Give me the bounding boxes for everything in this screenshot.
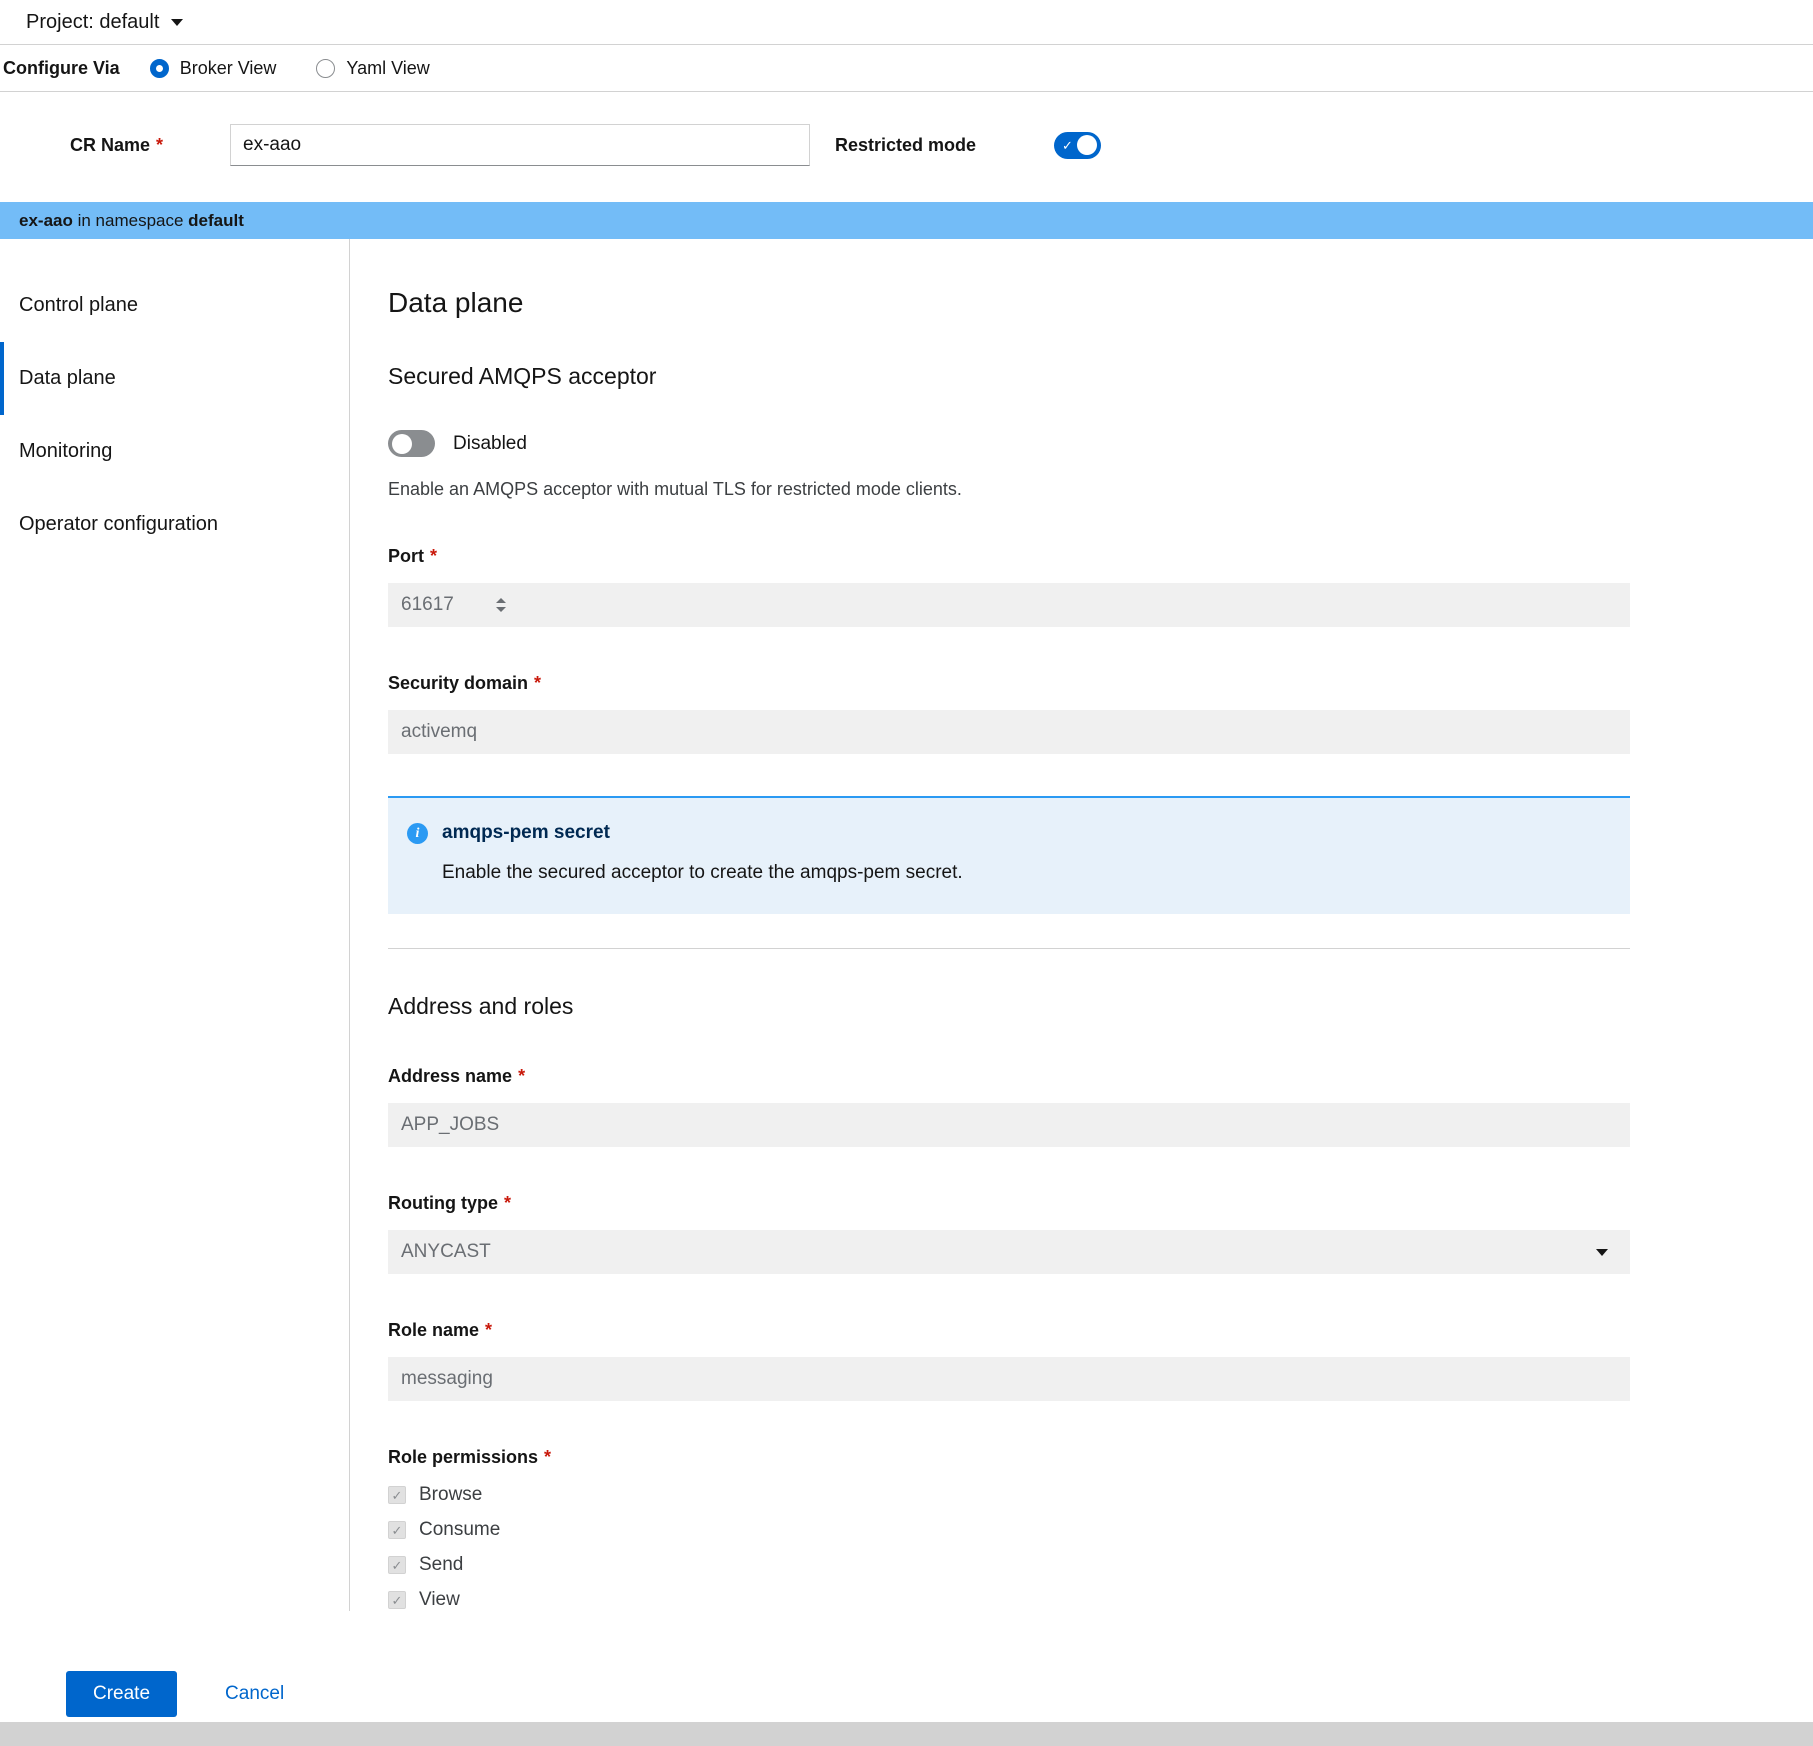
required-indicator: * bbox=[518, 1066, 525, 1086]
checkbox-checked-icon: ✓ bbox=[388, 1521, 406, 1539]
cr-name-row: CR Name* Restricted mode ✓ bbox=[0, 122, 1813, 168]
port-label: Port* bbox=[388, 546, 1650, 567]
role-name-label: Role name* bbox=[388, 1320, 1650, 1341]
required-indicator: * bbox=[156, 135, 163, 155]
sidebar-item-operator-configuration[interactable]: Operator configuration bbox=[0, 488, 349, 561]
check-icon: ✓ bbox=[1062, 136, 1073, 155]
role-name-value: messaging bbox=[401, 1368, 493, 1390]
address-name-value: APP_JOBS bbox=[401, 1114, 499, 1136]
role-permissions-label: Role permissions* bbox=[388, 1447, 1650, 1468]
required-indicator: * bbox=[534, 673, 541, 693]
cancel-button[interactable]: Cancel bbox=[225, 1683, 284, 1705]
project-selector-label: Project: default bbox=[26, 11, 159, 34]
content-area: Control plane Data plane Monitoring Oper… bbox=[0, 239, 1813, 1611]
banner-namespace: default bbox=[188, 211, 244, 230]
bottom-strip bbox=[0, 1722, 1813, 1746]
acceptor-section-title: Secured AMQPS acceptor bbox=[388, 363, 1650, 390]
address-section-title: Address and roles bbox=[388, 993, 1650, 1020]
create-button[interactable]: Create bbox=[66, 1671, 177, 1717]
namespace-banner: ex-aao in namespace default bbox=[0, 202, 1813, 239]
checkbox-send-label: Send bbox=[419, 1554, 463, 1576]
checkbox-send: ✓ Send bbox=[388, 1554, 1650, 1576]
checkbox-browse-label: Browse bbox=[419, 1484, 482, 1506]
address-name-field: Address name* APP_JOBS bbox=[388, 1066, 1650, 1147]
main-panel: Data plane Secured AMQPS acceptor Disabl… bbox=[350, 239, 1650, 1611]
sidebar-item-control-plane[interactable]: Control plane bbox=[0, 269, 349, 342]
restricted-mode-label: Restricted mode bbox=[835, 135, 976, 156]
acceptor-toggle-label: Disabled bbox=[453, 433, 527, 455]
checkbox-consume: ✓ Consume bbox=[388, 1519, 1650, 1541]
info-alert-title: amqps-pem secret bbox=[442, 822, 963, 844]
checkbox-view: ✓ View bbox=[388, 1589, 1650, 1611]
required-indicator: * bbox=[430, 546, 437, 566]
info-icon: i bbox=[407, 823, 428, 844]
role-name-input: messaging bbox=[388, 1357, 1630, 1401]
port-value: 61617 bbox=[401, 594, 454, 616]
radio-selected-icon bbox=[150, 59, 169, 78]
address-name-input: APP_JOBS bbox=[388, 1103, 1630, 1147]
info-alert-description: Enable the secured acceptor to create th… bbox=[442, 862, 963, 884]
number-stepper-icon bbox=[496, 598, 506, 612]
checkbox-browse: ✓ Browse bbox=[388, 1484, 1650, 1506]
port-field: Port* 61617 bbox=[388, 546, 1650, 627]
cr-name-label: CR Name* bbox=[0, 135, 230, 156]
configure-via-label: Configure Via bbox=[3, 58, 120, 79]
toggle-knob bbox=[392, 434, 412, 454]
routing-type-label: Routing type* bbox=[388, 1193, 1650, 1214]
security-domain-value: activemq bbox=[401, 721, 477, 743]
info-alert: i amqps-pem secret Enable the secured ac… bbox=[388, 796, 1630, 914]
project-selector[interactable]: Project: default bbox=[0, 0, 1813, 45]
checkbox-checked-icon: ✓ bbox=[388, 1591, 406, 1609]
caret-down-icon bbox=[171, 19, 183, 26]
sidebar-item-monitoring[interactable]: Monitoring bbox=[0, 415, 349, 488]
configure-via-bar: Configure Via Broker View Yaml View bbox=[0, 45, 1813, 92]
role-name-field: Role name* messaging bbox=[388, 1320, 1650, 1401]
sidebar-nav: Control plane Data plane Monitoring Oper… bbox=[0, 239, 350, 1611]
banner-cr-name: ex-aao bbox=[19, 211, 73, 230]
port-input: 61617 bbox=[388, 583, 1630, 627]
routing-type-field: Routing type* ANYCAST bbox=[388, 1193, 1650, 1274]
acceptor-toggle-row: Disabled bbox=[388, 430, 1650, 457]
divider bbox=[388, 948, 1630, 949]
security-domain-input: activemq bbox=[388, 710, 1630, 754]
checkbox-checked-icon: ✓ bbox=[388, 1556, 406, 1574]
caret-down-icon bbox=[1596, 1249, 1608, 1256]
info-alert-body: amqps-pem secret Enable the secured acce… bbox=[442, 822, 963, 884]
checkbox-consume-label: Consume bbox=[419, 1519, 500, 1541]
radio-yaml-view[interactable]: Yaml View bbox=[316, 58, 429, 79]
radio-unselected-icon bbox=[316, 59, 335, 78]
routing-type-select: ANYCAST bbox=[388, 1230, 1630, 1274]
restricted-mode-toggle[interactable]: ✓ bbox=[1054, 132, 1101, 159]
routing-type-value: ANYCAST bbox=[401, 1241, 491, 1263]
radio-broker-view-label: Broker View bbox=[180, 58, 277, 79]
security-domain-field: Security domain* activemq bbox=[388, 673, 1650, 754]
address-name-label: Address name* bbox=[388, 1066, 1650, 1087]
footer-actions: Create Cancel bbox=[0, 1671, 1813, 1717]
role-permissions-list: ✓ Browse ✓ Consume ✓ Send ✓ View bbox=[388, 1484, 1650, 1611]
acceptor-toggle[interactable] bbox=[388, 430, 435, 457]
checkbox-checked-icon: ✓ bbox=[388, 1486, 406, 1504]
page-title: Data plane bbox=[388, 287, 1650, 319]
sidebar-item-data-plane[interactable]: Data plane bbox=[0, 342, 349, 415]
acceptor-help-text: Enable an AMQPS acceptor with mutual TLS… bbox=[388, 479, 1650, 500]
toggle-knob bbox=[1077, 135, 1097, 155]
radio-yaml-view-label: Yaml View bbox=[346, 58, 429, 79]
required-indicator: * bbox=[485, 1320, 492, 1340]
required-indicator: * bbox=[504, 1193, 511, 1213]
radio-broker-view[interactable]: Broker View bbox=[150, 58, 277, 79]
security-domain-label: Security domain* bbox=[388, 673, 1650, 694]
configure-via-radio-group: Broker View Yaml View bbox=[150, 58, 430, 79]
role-permissions-field: Role permissions* ✓ Browse ✓ Consume ✓ S… bbox=[388, 1447, 1650, 1611]
required-indicator: * bbox=[544, 1447, 551, 1467]
banner-middle-text: in namespace bbox=[73, 211, 188, 230]
cr-name-input[interactable] bbox=[230, 124, 810, 166]
checkbox-view-label: View bbox=[419, 1589, 460, 1611]
